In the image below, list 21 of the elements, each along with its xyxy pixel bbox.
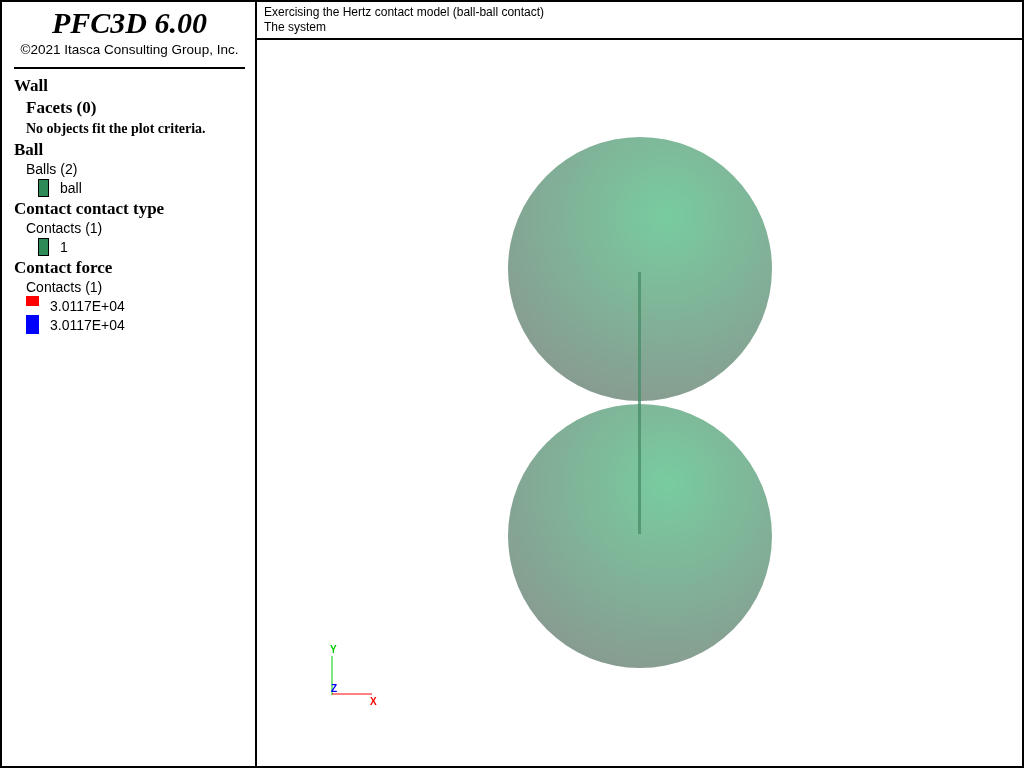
legend-heading: Wall	[14, 75, 49, 96]
legend-heading: Contact contact type	[14, 198, 166, 219]
legend-message: No objects fit the plot criteria.	[25, 120, 207, 138]
legend-heading: Contact force	[14, 257, 114, 278]
legend-heading: Ball	[14, 139, 45, 160]
legend-group-label: Balls (2)	[25, 160, 79, 178]
legend-label: 3.0117E+04	[50, 316, 125, 333]
legend-label: ball	[60, 180, 82, 196]
copyright-text: ©2021 Itasca Consulting Group, Inc.	[19, 42, 240, 58]
legend-label: 1	[60, 239, 68, 255]
app-title: PFC3D 6.00	[51, 5, 208, 41]
axis-label: Z	[331, 683, 338, 694]
axis-label: X	[370, 696, 377, 707]
axis-triad-icon	[331, 655, 373, 696]
axis-label: Y	[330, 644, 337, 655]
legend-subheading: Facets (0)	[25, 97, 98, 119]
legend-group-label: Contacts (1)	[25, 219, 104, 237]
legend-label: 3.0117E+04	[50, 297, 125, 314]
legend-group-label: Contacts (1)	[25, 278, 104, 296]
plot-title: Exercising the Hertz contact model (ball-ball contact)	[264, 5, 546, 20]
plot-title: The system	[264, 20, 327, 35]
